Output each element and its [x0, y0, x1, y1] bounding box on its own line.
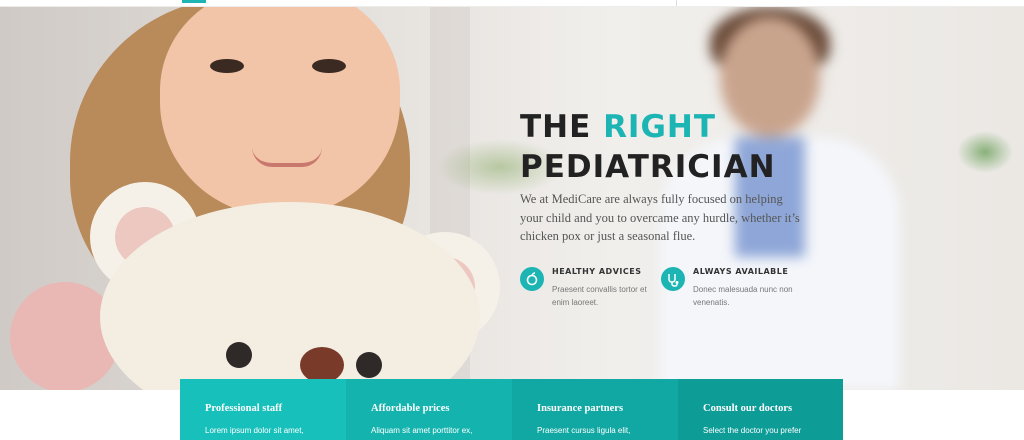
hero-description: We at MediCare are always fully focused … [520, 192, 800, 243]
feature-title: HEALTHY ADVICES [552, 267, 642, 276]
service-title: Insurance partners [537, 403, 624, 414]
nav-divider [676, 0, 677, 6]
headline-part1: THE [520, 109, 604, 145]
headline-line2: PEDIATRICIAN [520, 149, 776, 185]
service-consult-doctors[interactable]: Consult our doctors Select the doctor yo… [678, 379, 843, 440]
headline-highlight: RIGHT [603, 109, 717, 145]
service-title: Consult our doctors [703, 403, 793, 414]
service-affordable-prices[interactable]: Affordable prices Aliquam sit amet portt… [346, 379, 512, 440]
service-title: Affordable prices [371, 403, 450, 414]
feature-title: ALWAYS AVAILABLE [693, 267, 789, 276]
service-title: Professional staff [205, 403, 283, 414]
feature-description: Donec malesuada nunc non venenatis. [693, 285, 793, 307]
hero-section: THE RIGHT PEDIATRICIAN We at MediCare ar… [0, 7, 1024, 390]
service-description: Lorem ipsum dolor sit amet, [205, 426, 304, 435]
service-professional-staff[interactable]: Professional staff Lorem ipsum dolor sit… [180, 379, 346, 440]
feature-description: Praesent convallis tortor et enim laoree… [552, 285, 647, 307]
service-insurance-partners[interactable]: Insurance partners Praesent cursus ligul… [512, 379, 678, 440]
active-nav-indicator [182, 0, 206, 3]
service-description: Praesent cursus ligula elit, [537, 426, 631, 435]
service-description: Aliquam sit amet porttitor ex, [371, 426, 473, 435]
service-description: Select the doctor you prefer [703, 426, 802, 435]
services-strip: Professional staff Lorem ipsum dolor sit… [180, 379, 843, 440]
hero-headline: THE RIGHT PEDIATRICIAN [520, 107, 776, 187]
top-nav-bar [0, 0, 1024, 7]
teddy-bear-image [60, 182, 500, 390]
stethoscope-icon [661, 267, 685, 291]
apple-icon [520, 267, 544, 291]
